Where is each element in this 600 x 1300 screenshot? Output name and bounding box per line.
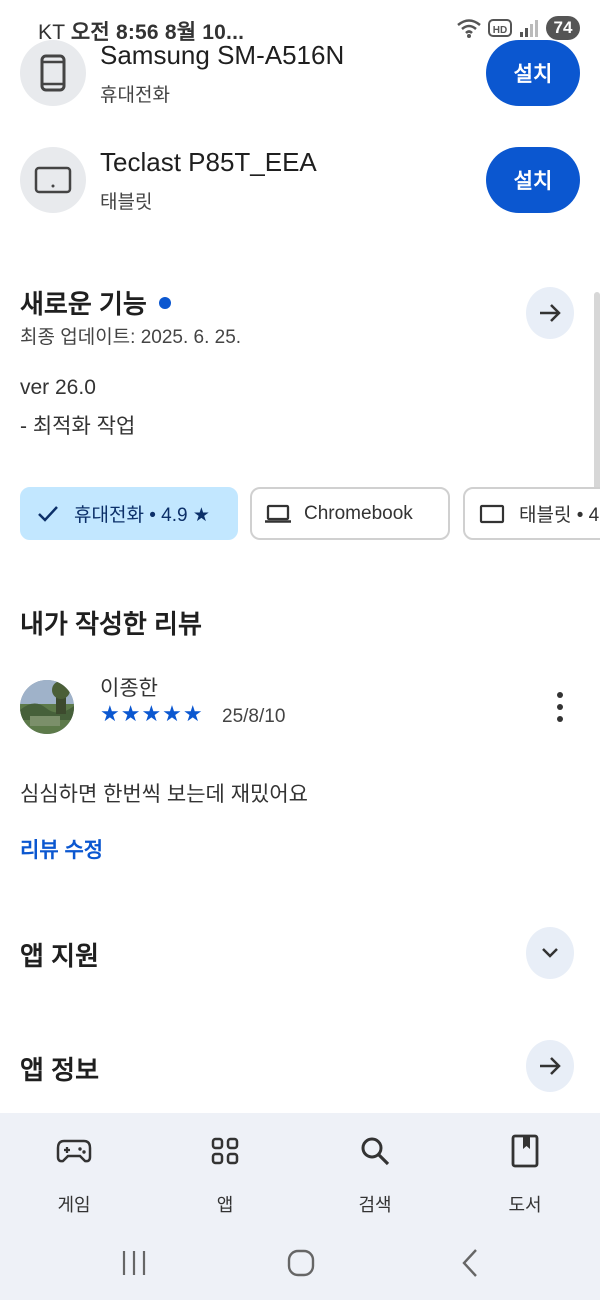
device-filter-chips: 휴대전화 • 4.9 ★ Chromebook 태블릿 • 4 bbox=[20, 487, 600, 541]
battery-indicator: 74 bbox=[546, 16, 580, 40]
whats-new-arrow-button[interactable] bbox=[526, 287, 574, 339]
new-badge-dot bbox=[158, 297, 171, 310]
home-icon bbox=[287, 1249, 315, 1277]
app-info-arrow-button[interactable] bbox=[526, 1040, 574, 1092]
review-text: 심심하면 한번씩 보는데 재밌어요 bbox=[20, 783, 308, 806]
device-row-tablet: Teclast P85T_EEA 태블릿 설치 bbox=[20, 147, 580, 217]
chip-label: 휴대전화 • 4.9 ★ bbox=[74, 505, 210, 526]
recent-apps-button[interactable] bbox=[118, 1238, 150, 1288]
chip-chromebook[interactable]: Chromebook bbox=[250, 487, 450, 540]
chevron-down-icon bbox=[542, 948, 558, 958]
tablet-icon bbox=[479, 504, 505, 523]
more-options-button[interactable] bbox=[546, 690, 574, 724]
app-support-expand-button[interactable] bbox=[526, 927, 574, 979]
nav-label: 게임 bbox=[57, 1195, 91, 1215]
apps-grid-icon bbox=[211, 1137, 239, 1165]
chip-label: Chromebook bbox=[304, 502, 413, 524]
home-button[interactable] bbox=[284, 1238, 318, 1288]
gamepad-icon bbox=[56, 1139, 92, 1163]
chip-tablet[interactable]: 태블릿 • 4 bbox=[463, 487, 600, 540]
nav-item-apps[interactable]: 앱 bbox=[175, 1131, 275, 1215]
phone-icon bbox=[40, 54, 66, 92]
arrow-right-icon bbox=[540, 304, 561, 322]
whats-new-heading[interactable]: 새로운 기능 bbox=[20, 284, 171, 321]
last-updated: 최종 업데이트: 2025. 6. 25. bbox=[20, 327, 242, 348]
arrow-right-icon bbox=[540, 1057, 561, 1075]
device-name: Teclast P85T_EEA bbox=[100, 147, 317, 177]
edit-review-link[interactable]: 리뷰 수정 bbox=[20, 834, 103, 864]
device-row-phone: Samsung SM-A516N 휴대전화 설치 bbox=[20, 40, 580, 110]
svg-text:HD: HD bbox=[493, 25, 507, 36]
my-review-title: 내가 작성한 리뷰 bbox=[20, 609, 202, 639]
nav-item-books[interactable]: 도서 bbox=[475, 1131, 575, 1215]
more-dot bbox=[557, 716, 563, 722]
app-info-title[interactable]: 앱 정보 bbox=[20, 1050, 99, 1087]
nav-item-search[interactable]: 검색 bbox=[325, 1131, 425, 1215]
device-name: Samsung SM-A516N bbox=[100, 40, 345, 70]
scrollbar[interactable] bbox=[594, 292, 600, 520]
more-dot bbox=[557, 692, 563, 698]
search-icon bbox=[361, 1137, 390, 1166]
device-type: 휴대전화 bbox=[100, 85, 170, 106]
status-icons: HD 74 bbox=[456, 16, 580, 40]
avatar-photo bbox=[20, 680, 74, 734]
release-note: ver 26.0 bbox=[20, 376, 96, 399]
nav-label: 앱 bbox=[216, 1195, 234, 1215]
device-type: 태블릿 bbox=[100, 192, 153, 213]
reviewer-name: 이종한 bbox=[100, 677, 158, 700]
nav-label: 검색 bbox=[358, 1195, 392, 1215]
tablet-icon bbox=[34, 166, 72, 194]
chip-phone[interactable]: 휴대전화 • 4.9 ★ bbox=[20, 487, 238, 540]
device-icon-circle bbox=[20, 40, 86, 106]
wifi-icon bbox=[457, 19, 481, 38]
signal-icon bbox=[520, 20, 538, 37]
star-rating: ★★★★★ bbox=[100, 701, 204, 726]
avatar bbox=[20, 680, 74, 734]
laptop-icon bbox=[265, 504, 291, 523]
install-button[interactable]: 설치 bbox=[486, 147, 580, 213]
app-support-title[interactable]: 앱 지원 bbox=[20, 936, 99, 973]
install-button[interactable]: 설치 bbox=[486, 40, 580, 106]
back-icon bbox=[462, 1249, 477, 1277]
nav-item-games[interactable]: 게임 bbox=[24, 1131, 124, 1215]
bottom-navigation: 게임 앱 검색 도서 bbox=[0, 1113, 600, 1300]
system-navigation-bar bbox=[0, 1238, 600, 1288]
review-date: 25/8/10 bbox=[222, 706, 286, 727]
device-icon-circle bbox=[20, 147, 86, 213]
nav-label: 도서 bbox=[508, 1195, 542, 1215]
whats-new-title: 새로운 기능 bbox=[20, 289, 147, 319]
back-button[interactable] bbox=[458, 1238, 482, 1288]
release-note: - 최적화 작업 bbox=[20, 415, 136, 438]
more-dot bbox=[557, 704, 563, 710]
recent-apps-icon bbox=[122, 1251, 146, 1275]
book-icon bbox=[511, 1134, 539, 1168]
hd-icon: HD bbox=[488, 19, 512, 37]
check-icon bbox=[38, 505, 58, 522]
chip-label: 태블릿 • 4 bbox=[519, 505, 600, 526]
